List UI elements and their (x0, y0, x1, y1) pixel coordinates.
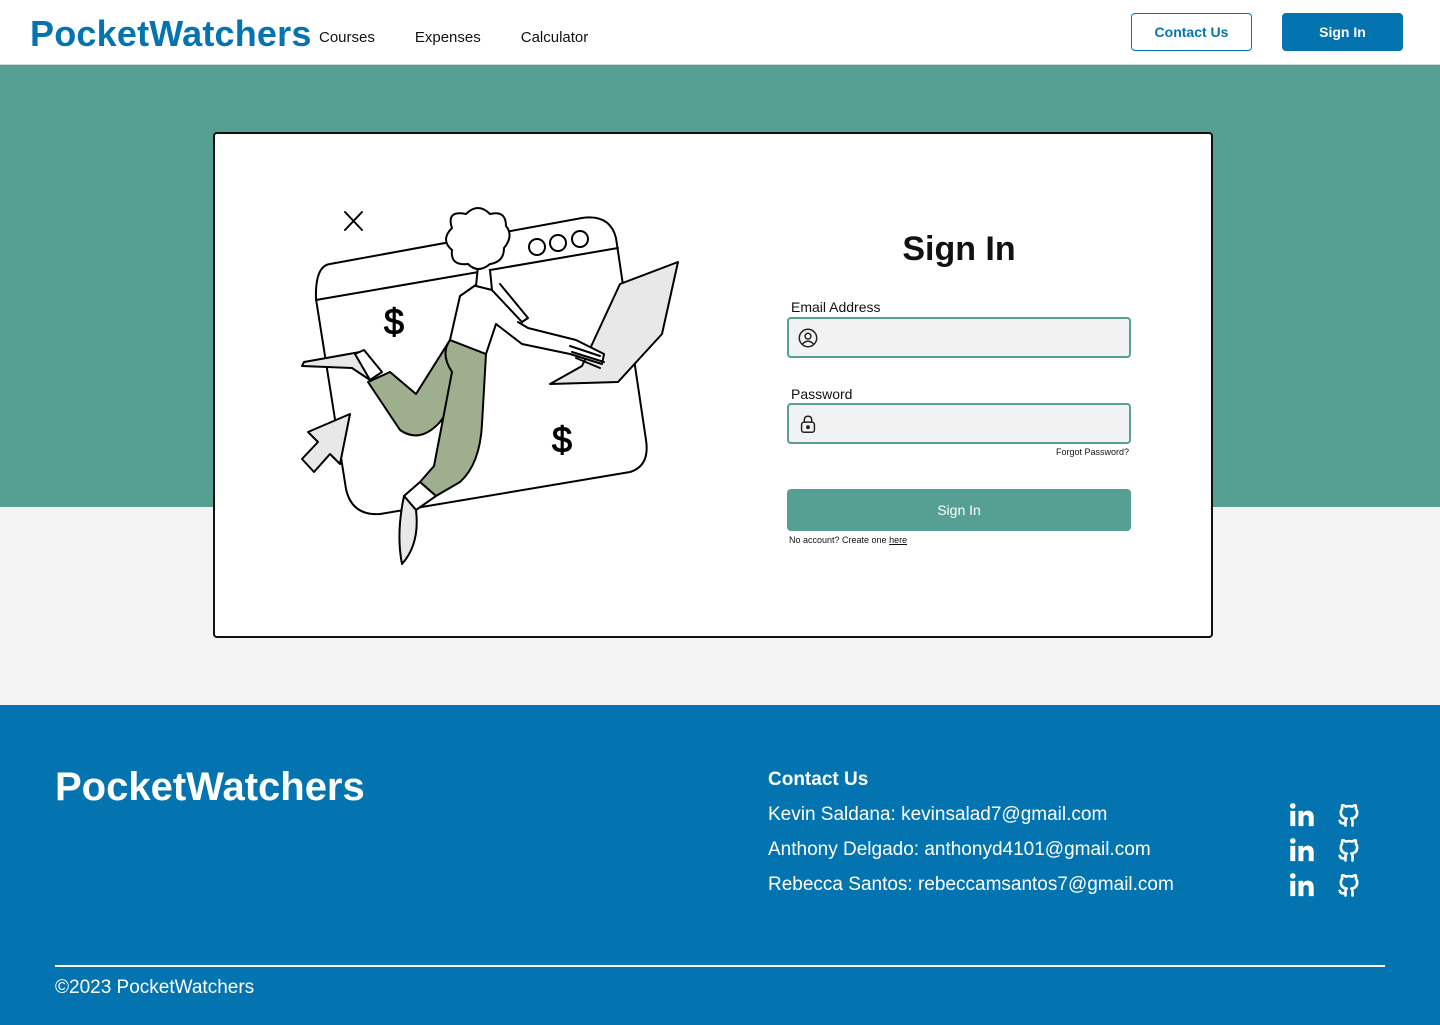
sign-in-card: $ $ Sign In Email Address Password Forgo… (213, 132, 1213, 638)
svg-text:$: $ (384, 301, 404, 342)
linkedin-icon[interactable] (1288, 836, 1316, 864)
footer-logo: PocketWatchers (55, 765, 365, 809)
nav-expenses[interactable]: Expenses (415, 29, 481, 46)
password-label: Password (791, 386, 853, 402)
main-nav: Courses Expenses Calculator (319, 29, 628, 46)
github-icon[interactable] (1335, 871, 1363, 899)
footer-divider (55, 965, 1385, 967)
email-input[interactable] (827, 319, 1123, 356)
sign-in-title: Sign In (902, 230, 1016, 268)
lock-icon (800, 415, 816, 433)
password-input[interactable] (827, 405, 1123, 442)
footer: PocketWatchers Contact Us Kevin Saldana:… (0, 705, 1440, 1025)
copyright-text: ©2023 PocketWatchers (55, 977, 255, 998)
person-with-laptop-illustration: $ $ (301, 207, 679, 565)
forgot-password-link[interactable]: Forgot Password? (975, 447, 1129, 457)
github-icon[interactable] (1335, 801, 1363, 829)
contact-anthony: Anthony Delgado: anthonyd4101@gmail.com (768, 839, 1151, 860)
no-account-text: No account? Create one (789, 535, 890, 545)
contact-us-button[interactable]: Contact Us (1131, 13, 1252, 51)
user-circle-icon (798, 328, 818, 348)
email-field[interactable] (787, 317, 1131, 358)
top-nav-bar: PocketWatchers Courses Expenses Calculat… (0, 0, 1440, 65)
contact-kevin: Kevin Saldana: kevinsalad7@gmail.com (768, 804, 1108, 825)
create-account-prompt: No account? Create one here (789, 535, 907, 545)
contact-rebecca: Rebecca Santos: rebeccamsantos7@gmail.co… (768, 874, 1174, 895)
brand-logo[interactable]: PocketWatchers (30, 13, 312, 55)
create-account-link[interactable]: here (889, 535, 907, 545)
header-sign-in-button[interactable]: Sign In (1282, 13, 1403, 51)
linkedin-icon[interactable] (1288, 871, 1316, 899)
nav-courses[interactable]: Courses (319, 29, 375, 46)
password-field[interactable] (787, 403, 1131, 444)
email-label: Email Address (791, 299, 881, 315)
linkedin-icon[interactable] (1288, 801, 1316, 829)
sign-in-submit-button[interactable]: Sign In (787, 489, 1131, 531)
svg-text:$: $ (552, 419, 572, 460)
github-icon[interactable] (1335, 836, 1363, 864)
footer-contact-title: Contact Us (768, 769, 869, 790)
nav-calculator[interactable]: Calculator (521, 29, 589, 46)
